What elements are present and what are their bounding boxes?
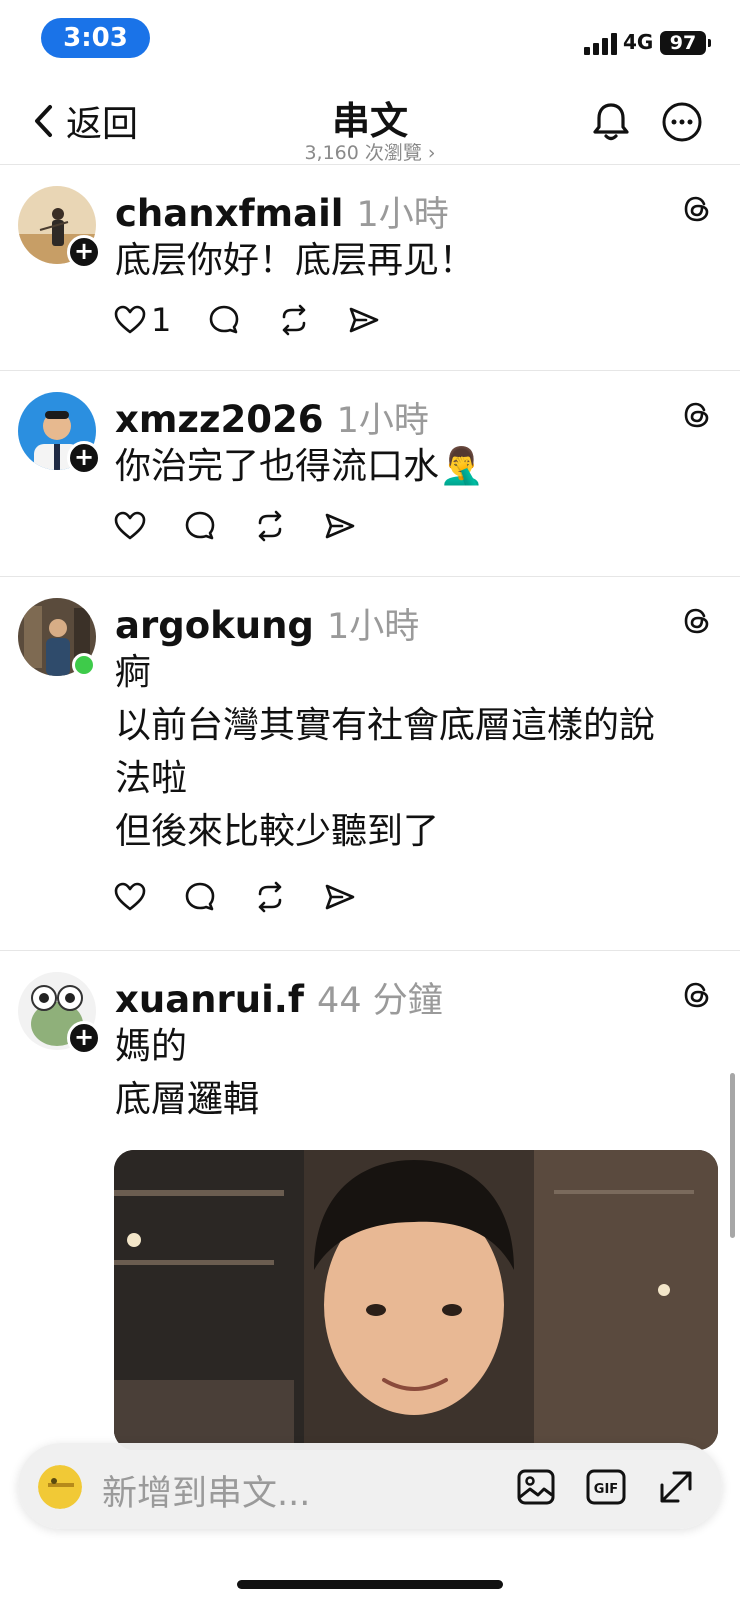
gif-icon[interactable]: GIF	[584, 1465, 628, 1509]
heart-icon	[114, 305, 146, 334]
post-actions	[113, 506, 393, 546]
expand-icon[interactable]	[654, 1465, 698, 1509]
post-photo[interactable]	[114, 1150, 718, 1450]
share-icon	[350, 307, 379, 333]
comment-button[interactable]	[183, 506, 217, 546]
image-icon[interactable]	[514, 1465, 558, 1509]
bell-icon[interactable]	[590, 100, 632, 144]
post-text-line: 痾	[115, 652, 152, 693]
like-count: 1	[151, 301, 172, 339]
repost-icon	[258, 510, 282, 542]
share-button[interactable]	[323, 877, 357, 917]
repost-button[interactable]	[253, 506, 287, 546]
follow-plus-icon[interactable]: +	[67, 1021, 101, 1055]
follow-plus-icon[interactable]: +	[67, 235, 101, 269]
battery-level: 97	[660, 31, 711, 55]
post-time: 44 分鐘	[317, 981, 443, 1021]
post-actions: 1	[113, 300, 417, 340]
share-icon	[325, 884, 355, 910]
repost-icon	[258, 881, 282, 913]
username[interactable]: chanxfmail	[115, 192, 343, 235]
post[interactable]: argokung 1小時 痾 以前台灣其實有社會底層這樣的說 法啦 但後來比較少…	[0, 578, 740, 951]
post-text-line: 底层你好！底层再见！	[115, 240, 476, 281]
comment-icon	[210, 305, 239, 334]
heart-icon	[114, 882, 146, 911]
post-time: 1小時	[327, 607, 420, 647]
more-icon[interactable]	[661, 101, 703, 143]
svg-text:GIF: GIF	[594, 1482, 618, 1497]
share-button[interactable]	[323, 506, 357, 546]
like-button[interactable]: 1	[113, 300, 171, 340]
post-text-line: 以前台灣其實有社會底層這樣的說	[115, 705, 656, 746]
heart-icon	[114, 511, 146, 540]
post[interactable]: + xmzz2026 1小時 你治完了也得流口水🤦‍♂️	[0, 372, 740, 577]
threads-icon[interactable]	[680, 604, 714, 638]
post-time: 1小時	[356, 195, 449, 235]
online-status-dot	[72, 653, 96, 677]
comment-button[interactable]	[207, 300, 241, 340]
username[interactable]: xuanrui.f	[115, 978, 304, 1021]
threads-icon[interactable]	[680, 192, 714, 226]
status-time[interactable]: 3:03	[41, 18, 150, 58]
post-text-line: 法啦	[115, 758, 188, 799]
repost-button[interactable]	[277, 300, 311, 340]
composer-input[interactable]: 新增到串文...	[102, 1465, 310, 1516]
reply-composer[interactable]: 新增到串文... GIF	[18, 1443, 722, 1529]
post[interactable]: + chanxfmail 1小時 底层你好！底层再见！ 1	[0, 166, 740, 371]
composer-avatar	[38, 1465, 82, 1509]
share-button[interactable]	[347, 300, 381, 340]
like-button[interactable]	[113, 506, 147, 546]
signal-icon	[584, 33, 618, 55]
home-indicator[interactable]	[237, 1580, 503, 1589]
username[interactable]: argokung	[115, 604, 314, 647]
repost-button[interactable]	[253, 877, 287, 917]
post-time: 1小時	[336, 401, 429, 441]
post-actions	[113, 877, 393, 917]
like-button[interactable]	[113, 877, 147, 917]
comment-icon	[185, 882, 215, 911]
repost-icon	[283, 304, 306, 336]
comment-icon	[185, 511, 215, 540]
post-text-line: 媽的	[115, 1026, 188, 1067]
share-icon	[325, 513, 355, 539]
username[interactable]: xmzz2026	[115, 398, 323, 441]
post-text-line: 底層邏輯	[115, 1079, 260, 1120]
threads-icon[interactable]	[680, 978, 714, 1012]
scrollbar[interactable]	[730, 1073, 735, 1238]
post-text-line: 但後來比較少聽到了	[115, 811, 440, 852]
post-text-line: 你治完了也得流口水🤦‍♂️	[115, 446, 484, 487]
status-bar: 3:03 4G 97	[0, 0, 740, 78]
comment-button[interactable]	[183, 877, 217, 917]
threads-icon[interactable]	[680, 398, 714, 432]
network-type: 4G	[623, 30, 654, 54]
header: 返回 串文 3,160 次瀏覽 ›	[0, 78, 740, 165]
follow-plus-icon[interactable]: +	[67, 441, 101, 475]
